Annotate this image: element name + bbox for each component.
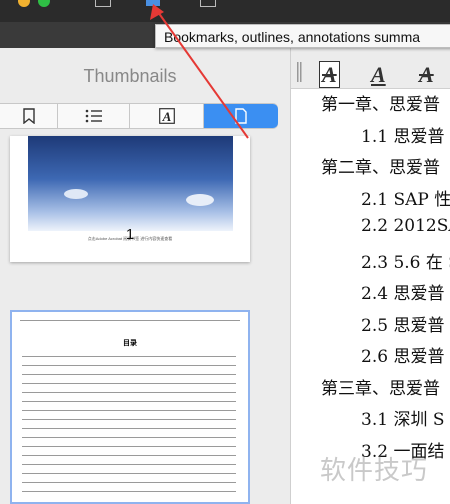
annotation-toolbar: A A A: [291, 48, 450, 89]
page-header-line: [20, 316, 240, 321]
thumbnail-text-line: [22, 491, 236, 492]
view-toolbar-icon[interactable]: [200, 0, 216, 7]
thumbnail-text-line: [22, 392, 236, 393]
segment-annotations[interactable]: A: [130, 104, 204, 128]
zoom-window-button[interactable]: [38, 0, 50, 7]
toc-entry[interactable]: 第一章、思爱普: [321, 90, 440, 115]
thumbnail-text-line: [22, 374, 236, 375]
thumbnail-text-line: [22, 437, 236, 438]
toc-title: 目录: [123, 340, 137, 347]
bookmark-icon: [22, 108, 35, 124]
annotation-icon: A: [158, 108, 175, 124]
toc-entry[interactable]: 2.6 思爱普: [361, 342, 444, 367]
bookmarks-toolbar-icon[interactable]: [146, 0, 160, 6]
thumbnail-text-line: [22, 419, 236, 420]
page-thumbnail-1[interactable]: 点击Adobe Acrobat 阅读书签 进行内容快速查看: [10, 136, 250, 262]
sidebar-toggle-icon[interactable]: [95, 0, 111, 7]
minimize-window-button[interactable]: [18, 0, 30, 7]
thumbnail-text-line: [22, 383, 236, 384]
toc-entry[interactable]: 第三章、思爱普: [321, 374, 440, 399]
cloud-icon: [64, 189, 214, 206]
toc-entry[interactable]: 3.1 深圳 S: [361, 405, 445, 430]
strikethrough-tool[interactable]: A: [419, 62, 434, 88]
toc-entry[interactable]: 2.5 思爱普: [361, 311, 444, 336]
watermark: 软件技巧: [320, 456, 429, 486]
toc-entry[interactable]: 1.1 思爱普: [361, 122, 444, 147]
page-number: 1: [125, 226, 135, 243]
thumbnail-text-line: [22, 428, 236, 429]
thumbnail-text-line: [22, 356, 236, 357]
thumbnail-text-line: [22, 365, 236, 366]
list-icon: [85, 109, 102, 123]
toc-entry[interactable]: 2.1 SAP 性: [361, 185, 450, 210]
page-thumbnail-2[interactable]: 目录: [10, 310, 250, 504]
thumbnail-text-line: [22, 410, 236, 411]
thumbnail-text-line: [22, 464, 236, 465]
tooltip: Bookmarks, outlines, annotations summa: [155, 24, 450, 48]
text-style-tool[interactable]: A: [319, 61, 340, 88]
underline-tool[interactable]: A: [371, 62, 386, 88]
thumbnail-text-line: [22, 482, 236, 483]
toc-entry[interactable]: 第二章、思爱普: [321, 153, 440, 178]
svg-text:A: A: [161, 109, 171, 124]
toc-entry[interactable]: 2.3 5.6 在 S: [361, 248, 450, 273]
thumbnail-text-line: [22, 473, 236, 474]
sidebar-segmented-control: A: [0, 103, 278, 129]
document-view: A A A 第一章、思爱普 1.1 思爱普第二章、思爱普 2.1 SAP 性 2.2 …: [291, 48, 450, 504]
segment-bookmarks[interactable]: [0, 104, 58, 128]
thumbnail-text-line: [22, 455, 236, 456]
grip-icon: [297, 62, 302, 82]
segment-outline[interactable]: [58, 104, 130, 128]
thumbnail-text-line: [22, 446, 236, 447]
page-icon: [235, 108, 247, 124]
toc-entry[interactable]: 2.4 思爱普: [361, 279, 444, 304]
thumbnail-text-line: [22, 401, 236, 402]
cover-image: [28, 136, 233, 231]
segment-thumbnails[interactable]: [204, 104, 278, 128]
sidebar: Thumbnails A 点击Adobe Acrobat 阅读书签 进行内容快速…: [0, 48, 291, 504]
sidebar-title: Thumbnails: [83, 66, 177, 86]
title-bar: [0, 0, 450, 22]
toc-entry[interactable]: 2.2 2012SA: [361, 216, 450, 236]
